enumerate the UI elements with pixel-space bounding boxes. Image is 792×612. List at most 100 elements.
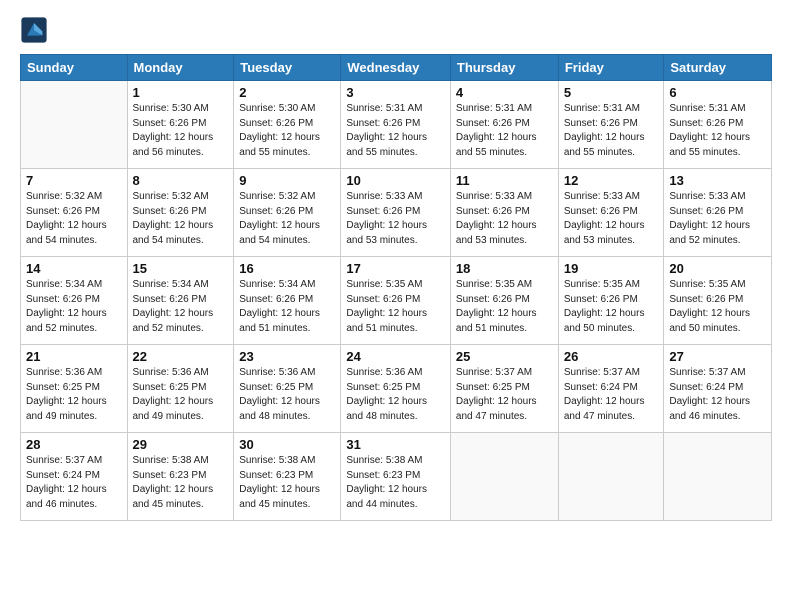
day-info: Sunrise: 5:36 AM Sunset: 6:25 PM Dayligh…	[239, 366, 335, 424]
page: SundayMondayTuesdayWednesdayThursdayFrid…	[0, 0, 792, 531]
day-info: Sunrise: 5:32 AM Sunset: 6:26 PM Dayligh…	[133, 190, 229, 248]
calendar-cell: 19 Sunrise: 5:35 AM Sunset: 6:26 PM Dayli…	[558, 257, 664, 345]
calendar-cell: 21 Sunrise: 5:36 AM Sunset: 6:25 PM Dayli…	[21, 345, 128, 433]
day-number: 27	[669, 349, 766, 364]
calendar-cell: 5 Sunrise: 5:31 AM Sunset: 6:26 PM Daylig…	[558, 81, 664, 169]
day-info: Sunrise: 5:38 AM Sunset: 6:23 PM Dayligh…	[133, 454, 229, 512]
day-info: Sunrise: 5:35 AM Sunset: 6:26 PM Dayligh…	[564, 278, 659, 336]
day-number: 22	[133, 349, 229, 364]
weekday-monday: Monday	[127, 55, 234, 81]
header	[20, 16, 772, 44]
day-number: 3	[346, 85, 445, 100]
day-number: 9	[239, 173, 335, 188]
calendar-cell: 23 Sunrise: 5:36 AM Sunset: 6:25 PM Dayli…	[234, 345, 341, 433]
calendar-cell: 31 Sunrise: 5:38 AM Sunset: 6:23 PM Dayli…	[341, 433, 451, 521]
day-info: Sunrise: 5:33 AM Sunset: 6:26 PM Dayligh…	[564, 190, 659, 248]
calendar-cell: 26 Sunrise: 5:37 AM Sunset: 6:24 PM Dayli…	[558, 345, 664, 433]
calendar-cell: 8 Sunrise: 5:32 AM Sunset: 6:26 PM Daylig…	[127, 169, 234, 257]
day-number: 25	[456, 349, 553, 364]
week-row-2: 14 Sunrise: 5:34 AM Sunset: 6:26 PM Dayli…	[21, 257, 772, 345]
day-number: 29	[133, 437, 229, 452]
day-number: 28	[26, 437, 122, 452]
day-info: Sunrise: 5:32 AM Sunset: 6:26 PM Dayligh…	[26, 190, 122, 248]
day-number: 14	[26, 261, 122, 276]
day-number: 26	[564, 349, 659, 364]
logo-icon	[20, 16, 48, 44]
day-info: Sunrise: 5:31 AM Sunset: 6:26 PM Dayligh…	[669, 102, 766, 160]
calendar-cell	[21, 81, 128, 169]
day-number: 30	[239, 437, 335, 452]
calendar-cell: 20Sunrise: 5:35 AM Sunset: 6:26 PM Dayli…	[664, 257, 772, 345]
week-row-4: 28Sunrise: 5:37 AM Sunset: 6:24 PM Dayli…	[21, 433, 772, 521]
day-number: 20	[669, 261, 766, 276]
day-info: Sunrise: 5:34 AM Sunset: 6:26 PM Dayligh…	[239, 278, 335, 336]
day-number: 17	[346, 261, 445, 276]
day-info: Sunrise: 5:36 AM Sunset: 6:25 PM Dayligh…	[133, 366, 229, 424]
calendar-cell: 17 Sunrise: 5:35 AM Sunset: 6:26 PM Dayli…	[341, 257, 451, 345]
calendar-cell: 4Sunrise: 5:31 AM Sunset: 6:26 PM Daylig…	[450, 81, 558, 169]
day-info: Sunrise: 5:33 AM Sunset: 6:26 PM Dayligh…	[456, 190, 553, 248]
calendar-cell: 7 Sunrise: 5:32 AM Sunset: 6:26 PM Daylig…	[21, 169, 128, 257]
calendar-cell: 16 Sunrise: 5:34 AM Sunset: 6:26 PM Dayli…	[234, 257, 341, 345]
logo	[20, 16, 50, 44]
weekday-friday: Friday	[558, 55, 664, 81]
day-info: Sunrise: 5:38 AM Sunset: 6:23 PM Dayligh…	[239, 454, 335, 512]
day-info: Sunrise: 5:37 AM Sunset: 6:24 PM Dayligh…	[669, 366, 766, 424]
calendar-cell: 28Sunrise: 5:37 AM Sunset: 6:24 PM Dayli…	[21, 433, 128, 521]
day-info: Sunrise: 5:37 AM Sunset: 6:24 PM Dayligh…	[564, 366, 659, 424]
calendar-cell: 2 Sunrise: 5:30 AM Sunset: 6:26 PM Daylig…	[234, 81, 341, 169]
day-info: Sunrise: 5:32 AM Sunset: 6:26 PM Dayligh…	[239, 190, 335, 248]
calendar-cell: 15 Sunrise: 5:34 AM Sunset: 6:26 PM Dayli…	[127, 257, 234, 345]
calendar-cell: 24 Sunrise: 5:36 AM Sunset: 6:25 PM Dayli…	[341, 345, 451, 433]
week-row-3: 21 Sunrise: 5:36 AM Sunset: 6:25 PM Dayli…	[21, 345, 772, 433]
day-number: 12	[564, 173, 659, 188]
day-number: 31	[346, 437, 445, 452]
day-info: Sunrise: 5:31 AM Sunset: 6:26 PM Dayligh…	[564, 102, 659, 160]
day-info: Sunrise: 5:34 AM Sunset: 6:26 PM Dayligh…	[26, 278, 122, 336]
day-info: Sunrise: 5:30 AM Sunset: 6:26 PM Dayligh…	[133, 102, 229, 160]
day-number: 5	[564, 85, 659, 100]
calendar-cell: 12 Sunrise: 5:33 AM Sunset: 6:26 PM Dayli…	[558, 169, 664, 257]
day-info: Sunrise: 5:38 AM Sunset: 6:23 PM Dayligh…	[346, 454, 445, 512]
day-number: 4	[456, 85, 553, 100]
day-info: Sunrise: 5:36 AM Sunset: 6:25 PM Dayligh…	[26, 366, 122, 424]
calendar-cell: 30 Sunrise: 5:38 AM Sunset: 6:23 PM Dayli…	[234, 433, 341, 521]
day-number: 24	[346, 349, 445, 364]
calendar-cell: 22 Sunrise: 5:36 AM Sunset: 6:25 PM Dayli…	[127, 345, 234, 433]
day-number: 21	[26, 349, 122, 364]
day-number: 2	[239, 85, 335, 100]
day-info: Sunrise: 5:33 AM Sunset: 6:26 PM Dayligh…	[346, 190, 445, 248]
calendar-cell: 27 Sunrise: 5:37 AM Sunset: 6:24 PM Dayli…	[664, 345, 772, 433]
weekday-wednesday: Wednesday	[341, 55, 451, 81]
weekday-tuesday: Tuesday	[234, 55, 341, 81]
calendar-cell: 6 Sunrise: 5:31 AM Sunset: 6:26 PM Daylig…	[664, 81, 772, 169]
day-info: Sunrise: 5:30 AM Sunset: 6:26 PM Dayligh…	[239, 102, 335, 160]
day-info: Sunrise: 5:37 AM Sunset: 6:25 PM Dayligh…	[456, 366, 553, 424]
calendar-cell	[558, 433, 664, 521]
day-number: 6	[669, 85, 766, 100]
day-number: 11	[456, 173, 553, 188]
calendar-cell: 10Sunrise: 5:33 AM Sunset: 6:26 PM Dayli…	[341, 169, 451, 257]
calendar-table: SundayMondayTuesdayWednesdayThursdayFrid…	[20, 54, 772, 521]
day-number: 23	[239, 349, 335, 364]
calendar-cell: 29 Sunrise: 5:38 AM Sunset: 6:23 PM Dayli…	[127, 433, 234, 521]
day-number: 19	[564, 261, 659, 276]
day-number: 8	[133, 173, 229, 188]
calendar-cell: 14 Sunrise: 5:34 AM Sunset: 6:26 PM Dayli…	[21, 257, 128, 345]
day-number: 1	[133, 85, 229, 100]
day-info: Sunrise: 5:34 AM Sunset: 6:26 PM Dayligh…	[133, 278, 229, 336]
day-info: Sunrise: 5:31 AM Sunset: 6:26 PM Dayligh…	[346, 102, 445, 160]
day-number: 16	[239, 261, 335, 276]
calendar-cell: 1 Sunrise: 5:30 AM Sunset: 6:26 PM Daylig…	[127, 81, 234, 169]
day-number: 15	[133, 261, 229, 276]
calendar-cell: 3 Sunrise: 5:31 AM Sunset: 6:26 PM Daylig…	[341, 81, 451, 169]
day-info: Sunrise: 5:35 AM Sunset: 6:26 PM Dayligh…	[456, 278, 553, 336]
day-info: Sunrise: 5:36 AM Sunset: 6:25 PM Dayligh…	[346, 366, 445, 424]
day-number: 7	[26, 173, 122, 188]
day-info: Sunrise: 5:33 AM Sunset: 6:26 PM Dayligh…	[669, 190, 766, 248]
weekday-header-row: SundayMondayTuesdayWednesdayThursdayFrid…	[21, 55, 772, 81]
calendar-cell	[664, 433, 772, 521]
weekday-sunday: Sunday	[21, 55, 128, 81]
day-number: 18	[456, 261, 553, 276]
day-info: Sunrise: 5:35 AM Sunset: 6:26 PM Dayligh…	[346, 278, 445, 336]
